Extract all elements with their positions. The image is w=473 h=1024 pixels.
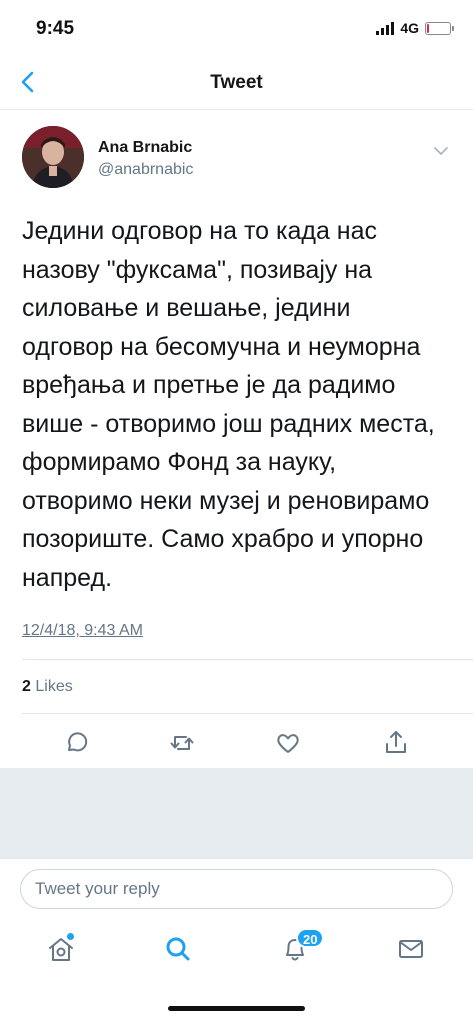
avatar[interactable] [22,126,84,188]
author-handle[interactable]: @anabrnabic [98,161,193,179]
reply-input[interactable]: Tweet your reply [20,869,453,909]
signal-icon [376,21,395,35]
replies-area [0,768,473,858]
more-options-button[interactable] [431,144,451,158]
reply-bar: Tweet your reply [0,858,473,920]
tab-search[interactable] [161,932,195,966]
reply-button[interactable] [61,728,91,758]
divider [22,713,473,714]
tweet-timestamp[interactable]: 12/4/18, 9:43 AM [22,622,143,640]
avatar-photo [22,126,84,188]
author-name[interactable]: Ana Brnabic [98,139,192,157]
network-label: 4G [400,20,419,36]
mail-icon [399,940,423,958]
page-title: Tweet [210,72,263,93]
search-icon [166,937,190,961]
home-unread-dot [67,933,74,940]
chevron-down-icon [434,147,448,155]
likes-count[interactable]: 2 Likes [22,678,73,696]
battery-level [427,23,429,33]
tab-bar: 20 [0,920,473,980]
share-button[interactable] [381,728,411,758]
status-bar: 9:45 4G [0,0,473,58]
tweet-actions [0,722,473,766]
home-indicator[interactable] [168,1006,305,1011]
notifications-badge: 20 [296,928,325,948]
tweet-text: Једини одговор на то када нас назову "фу… [22,217,435,592]
reply-icon [68,732,88,752]
likes-number: 2 [22,678,31,695]
retweet-button[interactable] [167,728,197,758]
nav-bar: Tweet [0,58,473,110]
status-time: 9:45 [36,18,75,39]
retweet-icon [170,736,194,750]
tweet-header: Ana Brnabic @anabrnabic [22,126,451,194]
status-indicators: 4G [376,20,454,36]
divider [22,659,473,660]
heart-icon [277,734,299,753]
like-button[interactable] [273,728,303,758]
share-icon [386,731,406,753]
likes-label: Likes [35,678,73,695]
tab-messages[interactable] [394,932,428,966]
battery-icon [425,21,454,35]
